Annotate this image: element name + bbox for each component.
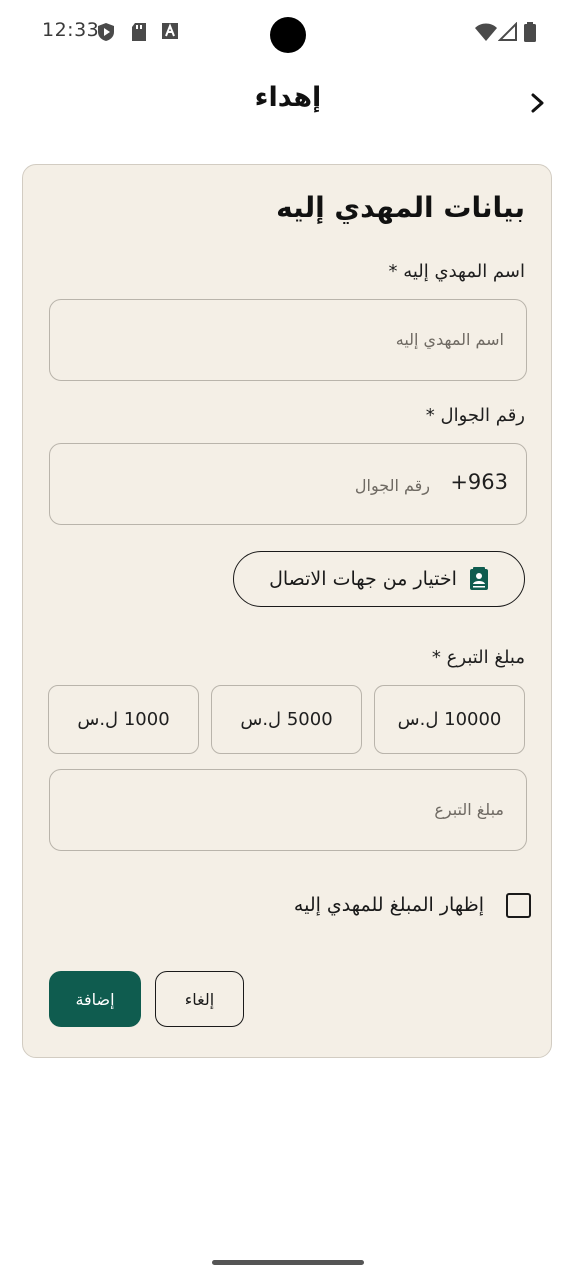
section-title: بيانات المهدي إليه xyxy=(276,191,525,224)
battery-icon xyxy=(524,22,536,42)
gift-screen: 12:33 إهداء بيانات المهدي إليه اسم المهد… xyxy=(0,0,576,1280)
amount-placeholder: مبلغ التبرع xyxy=(434,800,504,819)
amount-label: مبلغ التبرع * xyxy=(431,647,525,668)
contact-book-icon xyxy=(469,567,488,590)
show-amount-label: إظهار المبلغ للمهدي إليه xyxy=(293,894,484,916)
phone-label: رقم الجوال * xyxy=(425,405,525,426)
sd-card-icon xyxy=(132,23,146,41)
page-title: إهداء xyxy=(254,82,322,113)
chevron-right-icon xyxy=(531,93,544,113)
add-button[interactable]: إضافة xyxy=(49,971,141,1027)
show-amount-row[interactable]: إظهار المبلغ للمهدي إليه xyxy=(294,887,531,923)
status-time: 12:33 xyxy=(42,19,100,41)
choose-contact-button[interactable]: اختيار من جهات الاتصال xyxy=(233,551,525,607)
back-button[interactable] xyxy=(520,86,554,120)
recipient-name-label: اسم المهدي إليه * xyxy=(388,261,525,282)
recipient-name-input[interactable]: اسم المهدي إليه xyxy=(49,299,527,381)
app-bar: إهداء xyxy=(0,70,576,134)
amount-preset-5000[interactable]: 5000 ل.س xyxy=(211,685,362,754)
show-amount-checkbox[interactable] xyxy=(506,892,531,918)
choose-contact-label: اختيار من جهات الاتصال xyxy=(269,568,457,590)
shield-play-icon xyxy=(98,23,114,41)
font-a-icon xyxy=(162,23,178,39)
recipient-card: بيانات المهدي إليه اسم المهدي إليه * اسم… xyxy=(22,164,552,1058)
amount-preset-10000[interactable]: 10000 ل.س xyxy=(374,685,525,754)
cancel-button[interactable]: إلغاء xyxy=(155,971,244,1027)
amount-input[interactable]: مبلغ التبرع xyxy=(49,769,527,851)
phone-placeholder: رقم الجوال xyxy=(354,476,430,495)
phone-input[interactable]: +963 رقم الجوال xyxy=(49,443,527,525)
status-bar: 12:33 xyxy=(0,0,576,64)
amount-preset-1000[interactable]: 1000 ل.س xyxy=(48,685,199,754)
country-code[interactable]: +963 xyxy=(450,470,508,494)
cellular-signal-icon xyxy=(498,22,517,41)
wifi-icon xyxy=(475,23,497,41)
recipient-name-placeholder: اسم المهدي إليه xyxy=(395,330,504,349)
home-indicator[interactable] xyxy=(212,1260,364,1265)
camera-cutout xyxy=(270,17,306,53)
